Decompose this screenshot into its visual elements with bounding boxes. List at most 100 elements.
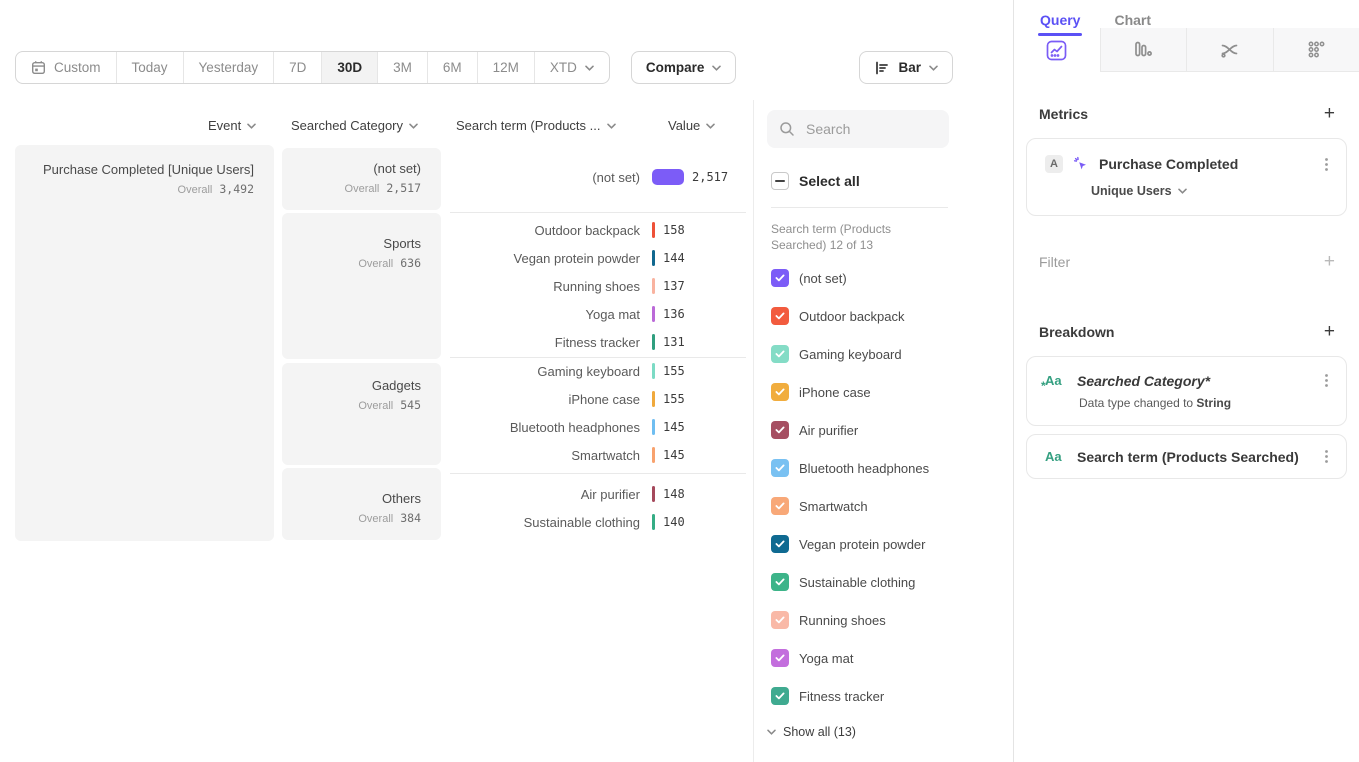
checked-checkbox[interactable] [771,383,789,401]
search-term-row[interactable]: Vegan protein powder 144 [450,248,685,268]
add-breakdown-icon[interactable]: + [1324,323,1335,341]
checked-checkbox[interactable] [771,459,789,477]
category-cell[interactable]: Others Overall384 [282,468,441,540]
search-term-row[interactable]: Yoga mat 136 [450,304,685,324]
checked-checkbox[interactable] [771,269,789,287]
date-range-custom[interactable]: Custom [16,52,117,83]
divider [771,207,948,208]
tab-query[interactable]: Query [1040,12,1080,28]
date-range-6m[interactable]: 6M [428,52,478,83]
checked-checkbox[interactable] [771,421,789,439]
view-tab-bars[interactable] [1100,28,1187,72]
column-header-search-term[interactable]: Search term (Products ... [456,118,616,133]
search-term-row[interactable]: Smartwatch 145 [450,445,685,465]
search-term-row[interactable]: Bluetooth headphones 145 [450,417,685,437]
search-term-row[interactable]: Fitness tracker 131 [450,332,685,352]
compare-button[interactable]: Compare [631,51,737,84]
category-name: Gadgets [282,377,421,395]
filter-list-item[interactable]: Yoga mat [771,649,1013,667]
filter-list-item[interactable]: (not set) [771,269,1013,287]
search-term-label: iPhone case [450,392,640,407]
search-term-row[interactable]: iPhone case 155 [450,389,685,409]
select-all-toggle[interactable]: Select all [771,172,1013,190]
search-term-row[interactable]: Gaming keyboard 155 [450,361,685,381]
breakdown-card-searched-category[interactable]: Aa* Searched Category* Data type changed… [1026,356,1347,426]
add-metric-icon[interactable]: + [1324,105,1335,123]
checked-checkbox[interactable] [771,573,789,591]
filter-list-item[interactable]: iPhone case [771,383,1013,401]
breakdown-card-search-term[interactable]: Aa Search term (Products Searched) [1026,434,1347,479]
event-overall: Overall3,492 [15,182,254,196]
column-header-value[interactable]: Value [668,118,715,133]
filter-list-item[interactable]: Running shoes [771,611,1013,629]
show-all-label: Show all (13) [783,725,856,739]
date-range-30d[interactable]: 30D [322,52,378,83]
metric-card[interactable]: A Purchase Completed Unique Users [1026,138,1347,216]
filter-list-item[interactable]: Fitness tracker [771,687,1013,705]
kebab-menu-icon[interactable] [1323,448,1330,465]
filter-item-label: iPhone case [799,385,871,400]
date-range-12m[interactable]: 12M [478,52,535,83]
search-term-label: Sustainable clothing [450,515,640,530]
date-range-label: Custom [54,60,101,75]
filter-list-item[interactable]: Gaming keyboard [771,345,1013,363]
view-tab-metrics-grid[interactable] [1273,28,1359,72]
tab-chart[interactable]: Chart [1114,12,1151,28]
filter-item-label: (not set) [799,271,847,286]
breakdown-property-name: Search term (Products Searched) [1077,449,1313,465]
checked-checkbox[interactable] [771,611,789,629]
checked-checkbox[interactable] [771,649,789,667]
date-range-today[interactable]: Today [117,52,184,83]
checked-checkbox[interactable] [771,687,789,705]
kebab-menu-icon[interactable] [1323,372,1330,389]
filter-list-item[interactable]: Vegan protein powder [771,535,1013,553]
search-term-row[interactable]: Outdoor backpack 158 [450,220,685,240]
breakdown-title: Breakdown [1039,324,1114,340]
select-all-checkbox[interactable] [771,172,789,190]
filter-list-item[interactable]: Bluetooth headphones [771,459,1013,477]
category-overall: Overall636 [282,256,421,270]
measure-selector[interactable]: Unique Users [1027,173,1346,215]
search-term-row[interactable]: Air purifier 148 [450,484,685,504]
group-divider [450,473,746,474]
sidebar-tabs: Query Chart [1014,0,1359,28]
checked-checkbox[interactable] [771,535,789,553]
date-range-3m[interactable]: 3M [378,52,428,83]
category-cell[interactable]: Sports Overall636 [282,213,441,359]
filter-list-item[interactable]: Air purifier [771,421,1013,439]
filter-list-item[interactable]: Smartwatch [771,497,1013,515]
kebab-menu-icon[interactable] [1323,156,1330,173]
checked-checkbox[interactable] [771,497,789,515]
overall-label: Overall [345,183,380,195]
search-term-row[interactable]: Sustainable clothing 140 [450,512,685,532]
value-text: 158 [663,223,685,237]
category-cell[interactable]: Gadgets Overall545 [282,363,441,465]
event-cell[interactable]: Purchase Completed [Unique Users] Overal… [15,145,274,541]
filter-list-item[interactable]: Outdoor backpack [771,307,1013,325]
date-range-label: 7D [289,60,306,75]
search-term-row[interactable]: Running shoes 137 [450,276,685,296]
checked-checkbox[interactable] [771,345,789,363]
search-box[interactable] [767,110,949,148]
date-range-7d[interactable]: 7D [274,52,322,83]
event-spark-icon [1073,156,1089,172]
column-header-event[interactable]: Event [208,118,256,133]
overall-label: Overall [358,513,393,525]
chart-type-label: Bar [898,60,921,75]
overall-label: Overall [358,258,393,270]
category-cell[interactable]: (not set) Overall2,517 [282,148,441,210]
date-range-label: XTD [550,60,577,75]
category-overall: Overall2,517 [282,181,421,195]
search-input[interactable] [804,120,934,138]
search-term-row[interactable]: (not set) 2,517 [450,167,728,187]
view-tab-flow[interactable] [1186,28,1273,72]
show-all-button[interactable]: Show all (13) [767,725,1013,739]
add-filter-icon[interactable]: + [1324,253,1335,271]
column-header-searched-category[interactable]: Searched Category [291,118,418,133]
checked-checkbox[interactable] [771,307,789,325]
filter-list-item[interactable]: Sustainable clothing [771,573,1013,591]
value-bar [652,514,655,530]
chart-type-button[interactable]: Bar [859,51,953,84]
date-range-xtd[interactable]: XTD [535,52,609,83]
date-range-yesterday[interactable]: Yesterday [184,52,275,83]
